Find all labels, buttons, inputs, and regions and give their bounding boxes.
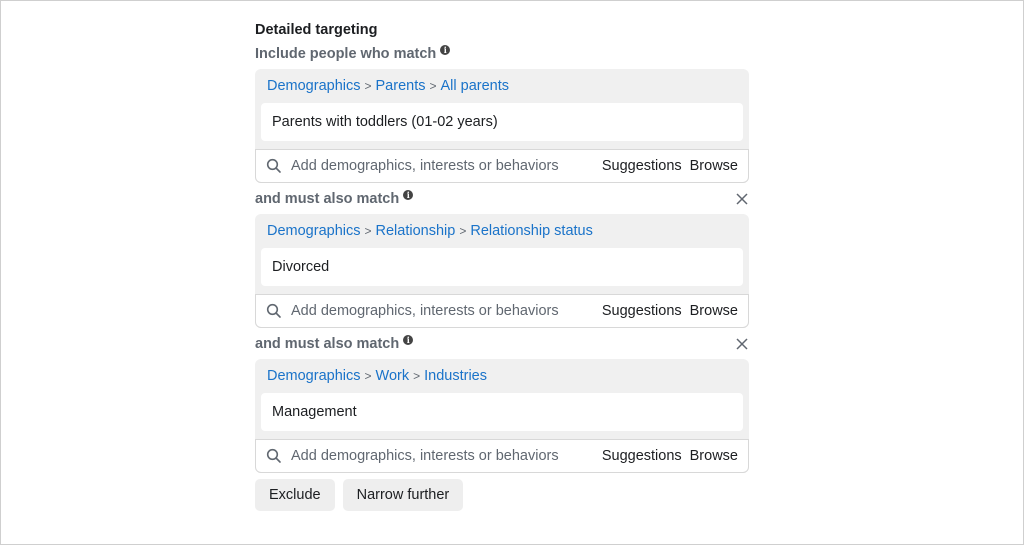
breadcrumb: Demographics > Work > Industries [267,368,487,384]
browse-link[interactable]: Browse [690,158,738,174]
info-icon[interactable]: i [440,45,451,55]
action-buttons: Exclude Narrow further [255,479,749,511]
breadcrumb-link[interactable]: Demographics [267,78,361,94]
selected-item[interactable]: Parents with toddlers (01-02 years) [261,103,743,141]
close-icon[interactable] [735,337,749,351]
breadcrumb-link[interactable]: Relationship [376,223,456,239]
breadcrumb-link[interactable]: Demographics [267,223,361,239]
suggestions-link[interactable]: Suggestions [602,303,682,319]
breadcrumb-link[interactable]: Parents [376,78,426,94]
targeting-search-input[interactable]: Add demographics, interests or behaviors… [255,439,749,473]
and-match-label: and must also match i [255,334,749,354]
search-icon [266,448,281,463]
info-icon[interactable]: i [403,335,414,345]
narrow-further-button[interactable]: Narrow further [342,479,464,511]
selected-item[interactable]: Divorced [261,248,743,286]
selected-item[interactable]: Management [261,393,743,431]
breadcrumb-link[interactable]: Industries [424,368,487,384]
include-label: Include people who match i [255,44,749,64]
targeting-group-2: Demographics > Relationship > Relationship s… [255,214,749,328]
browse-link[interactable]: Browse [690,448,738,464]
targeting-group-3: Demographics > Work > Industries Management … [255,359,749,473]
browse-link[interactable]: Browse [690,303,738,319]
suggestions-link[interactable]: Suggestions [602,448,682,464]
exclude-button[interactable]: Exclude [255,479,335,511]
breadcrumb: Demographics > Parents > All parents [267,78,510,94]
breadcrumb-link[interactable]: Demographics [267,368,361,384]
search-icon [266,303,281,318]
breadcrumb-link[interactable]: All parents [441,78,510,94]
targeting-search-input[interactable]: Add demographics, interests or behaviors… [255,149,749,183]
targeting-search-input[interactable]: Add demographics, interests or behaviors… [255,294,749,328]
breadcrumb-link[interactable]: Relationship status [470,223,593,239]
section-title: Detailed targeting [255,22,378,38]
targeting-group-1: Demographics > Parents > All parents Parents… [255,69,749,183]
info-icon[interactable]: i [403,190,414,200]
breadcrumb: Demographics > Relationship > Relationship s… [267,223,593,239]
detailed-targeting-section: Detailed targeting Include people who ma… [255,20,749,511]
suggestions-link[interactable]: Suggestions [602,158,682,174]
breadcrumb-link[interactable]: Work [376,368,410,384]
close-icon[interactable] [735,192,749,206]
and-match-label: and must also match i [255,189,749,209]
search-icon [266,158,281,173]
